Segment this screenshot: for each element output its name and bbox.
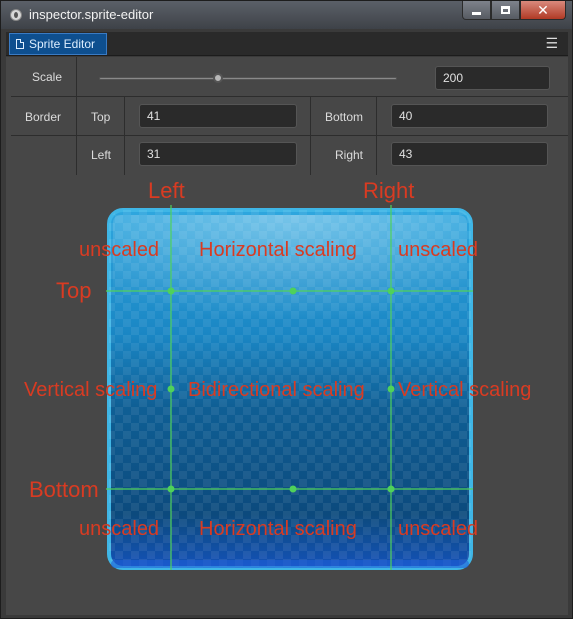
guide-handle[interactable] xyxy=(289,485,297,493)
annotation-unscaled-top-left: unscaled xyxy=(79,239,160,261)
annotation-bidirectional: Bidirectional scaling xyxy=(188,379,365,401)
divider xyxy=(310,136,311,175)
scale-slider-thumb[interactable] xyxy=(213,73,224,83)
border-top-input[interactable]: 41 xyxy=(139,104,297,128)
close-button[interactable]: ✕ xyxy=(520,1,566,20)
maximize-button[interactable] xyxy=(491,1,520,20)
divider xyxy=(124,97,125,136)
border-bottom-label: Bottom xyxy=(325,110,364,124)
border-label: Border xyxy=(25,110,62,124)
scale-row: Scale 200 xyxy=(11,57,568,97)
annotation-horizontal-bottom: Horizontal scaling xyxy=(199,518,357,540)
divider xyxy=(76,136,77,175)
inspector-panel: Scale 200 Border Top 41 Bottom 40 Left 3… xyxy=(6,57,568,615)
app-icon xyxy=(10,9,22,21)
editor-window: inspector.sprite-editor ✕ Sprite Editor … xyxy=(0,0,573,619)
annotation-left: Left xyxy=(148,178,185,203)
border-left-label: Left xyxy=(91,148,112,162)
title-bar[interactable]: inspector.sprite-editor ✕ xyxy=(1,1,572,29)
scale-input[interactable]: 200 xyxy=(435,66,550,90)
sprite-preview-canvas[interactable]: Left Right Top Bottom unscaled Horizonta… xyxy=(11,175,568,615)
tab-label: Sprite Editor xyxy=(29,37,96,51)
guide-handle[interactable] xyxy=(167,287,175,295)
scale-slider-track[interactable] xyxy=(99,77,397,80)
divider xyxy=(376,136,377,175)
tab-bar: Sprite Editor ☰ xyxy=(6,32,568,56)
minimize-icon xyxy=(472,11,481,15)
annotation-unscaled-bottom-right: unscaled xyxy=(398,518,479,540)
sprite-bottom-edge xyxy=(111,560,469,568)
divider xyxy=(376,97,377,136)
annotation-bottom: Bottom xyxy=(29,477,99,502)
divider xyxy=(76,57,77,97)
annotation-unscaled-bottom-left: unscaled xyxy=(79,518,160,540)
document-icon xyxy=(16,39,24,49)
tab-sprite-editor[interactable]: Sprite Editor xyxy=(9,33,107,55)
annotation-unscaled-top-right: unscaled xyxy=(398,239,479,261)
annotation-vertical-left: Vertical scaling xyxy=(24,379,158,401)
maximize-icon xyxy=(501,6,510,14)
minimize-button[interactable] xyxy=(462,1,491,20)
guide-handle[interactable] xyxy=(387,385,395,393)
guide-handle[interactable] xyxy=(289,287,297,295)
annotation-top: Top xyxy=(56,278,92,303)
guide-handle[interactable] xyxy=(167,385,175,393)
guide-handle[interactable] xyxy=(387,485,395,493)
hamburger-menu-icon[interactable]: ☰ xyxy=(545,35,558,52)
window-controls: ✕ xyxy=(462,1,566,21)
border-bottom-input[interactable]: 40 xyxy=(391,104,548,128)
annotation-horizontal-top: Horizontal scaling xyxy=(199,239,357,261)
border-right-input[interactable]: 43 xyxy=(391,142,548,166)
close-icon: ✕ xyxy=(537,2,549,18)
annotation-right: Right xyxy=(363,178,415,203)
guide-handle[interactable] xyxy=(387,287,395,295)
border-row-top-bottom: Border Top 41 Bottom 40 xyxy=(11,97,568,175)
divider xyxy=(310,97,311,136)
border-top-label: Top xyxy=(91,110,111,124)
border-left-input[interactable]: 31 xyxy=(139,142,297,166)
window-title: inspector.sprite-editor xyxy=(29,7,154,22)
annotation-vertical-right: Vertical scaling xyxy=(398,379,532,401)
guide-handle[interactable] xyxy=(167,485,175,493)
border-row-left-right: Left 31 Right 43 xyxy=(11,136,568,175)
scale-label: Scale xyxy=(32,70,63,84)
divider xyxy=(124,136,125,175)
border-right-label: Right xyxy=(335,148,364,162)
